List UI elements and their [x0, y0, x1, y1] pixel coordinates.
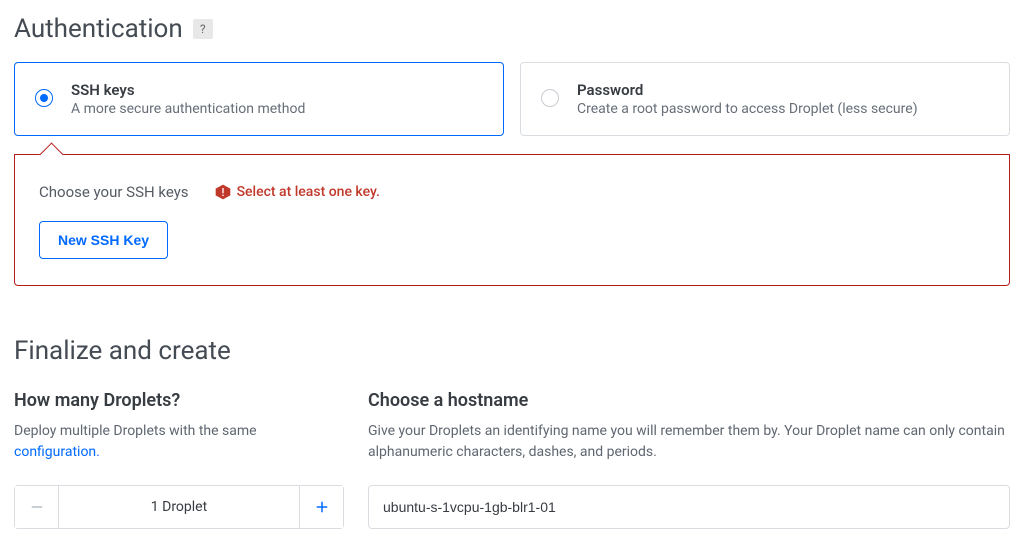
section-title-authentication: Authentication	[14, 14, 183, 44]
auth-option-password[interactable]: Password Create a root password to acces…	[520, 62, 1010, 136]
radio-icon	[541, 89, 559, 107]
authentication-header: Authentication ?	[14, 14, 1010, 44]
alert-icon	[215, 184, 231, 200]
hostname-input[interactable]	[368, 485, 1010, 529]
droplet-count-stepper: 1 Droplet	[14, 485, 344, 529]
droplets-desc-text: Deploy multiple Droplets with the same	[14, 423, 257, 439]
ssh-error-message: Select at least one key.	[215, 184, 380, 200]
stepper-minus-button[interactable]	[15, 486, 59, 528]
finalize-row: How many Droplets? Deploy multiple Dropl…	[14, 390, 1010, 529]
choose-ssh-label: Choose your SSH keys	[39, 183, 189, 201]
droplets-column: How many Droplets? Deploy multiple Dropl…	[14, 390, 344, 529]
stepper-value: 1 Droplet	[59, 486, 299, 528]
auth-ssh-desc: A more secure authentication method	[71, 101, 485, 117]
ssh-panel-row: Choose your SSH keys Select at least one…	[39, 183, 985, 201]
droplets-title: How many Droplets?	[14, 390, 344, 411]
auth-password-title: Password	[577, 81, 991, 99]
hostname-column: Choose a hostname Give your Droplets an …	[368, 390, 1010, 529]
help-icon[interactable]: ?	[193, 19, 213, 39]
radio-icon	[35, 89, 53, 107]
auth-ssh-title: SSH keys	[71, 81, 485, 99]
auth-option-ssh[interactable]: SSH keys A more secure authentication me…	[14, 62, 504, 136]
auth-options: SSH keys A more secure authentication me…	[14, 62, 1010, 136]
ssh-error-text: Select at least one key.	[237, 184, 380, 200]
hostname-desc: Give your Droplets an identifying name y…	[368, 421, 1010, 465]
section-title-finalize: Finalize and create	[14, 336, 1010, 366]
droplets-desc: Deploy multiple Droplets with the same c…	[14, 421, 344, 465]
auth-password-desc: Create a root password to access Droplet…	[577, 101, 991, 117]
new-ssh-key-button[interactable]: New SSH Key	[39, 221, 168, 259]
configuration-link[interactable]: configuration.	[14, 444, 100, 460]
ssh-keys-panel: Choose your SSH keys Select at least one…	[14, 154, 1010, 286]
hostname-title: Choose a hostname	[368, 390, 1010, 411]
stepper-plus-button[interactable]	[299, 486, 343, 528]
